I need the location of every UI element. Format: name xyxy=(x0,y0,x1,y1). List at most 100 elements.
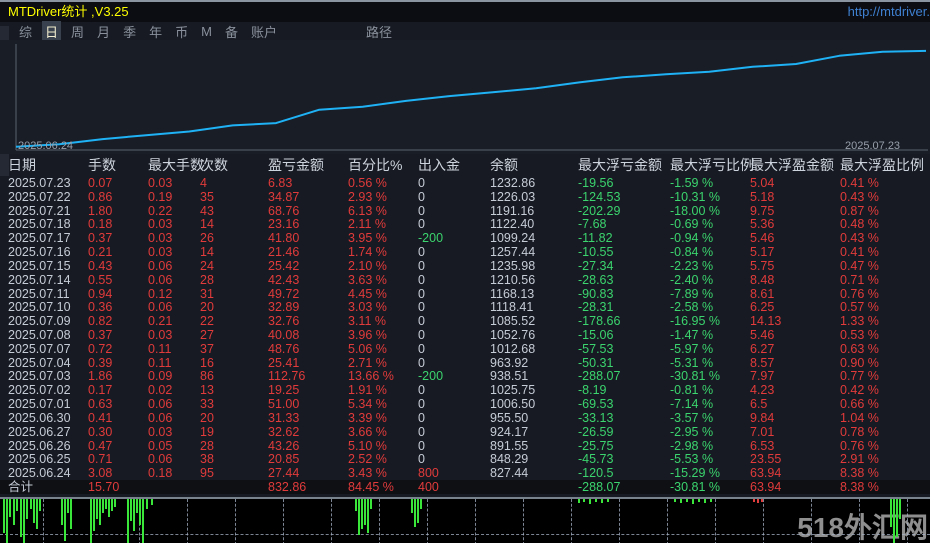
cell: 5.06 % xyxy=(348,341,387,356)
table-row[interactable]: 2025.07.15 0.43 0.06 24 25.42 2.10 % 0 1235.98 -… xyxy=(0,259,930,273)
cell: 0 xyxy=(418,203,425,218)
table-row[interactable]: 2025.07.04 0.39 0.11 16 25.41 2.71 % 0 963.92 -5… xyxy=(0,356,930,370)
table-row[interactable]: 2025.06.25 0.71 0.06 38 20.85 2.52 % 0 848.29 -4… xyxy=(0,452,930,466)
cell: 2.91 % xyxy=(840,452,879,467)
cell: 3.63 % xyxy=(348,272,387,287)
cell: 0.19 xyxy=(148,189,173,204)
cell: 13 xyxy=(200,383,214,398)
cell: 41.80 xyxy=(268,231,300,246)
column-header-0: 日期 xyxy=(8,157,36,173)
cell: 3.39 % xyxy=(348,410,387,425)
cell: 1.04 % xyxy=(840,410,879,425)
table-row[interactable]: 2025.07.01 0.63 0.06 33 51.00 5.34 % 0 1006.50 -… xyxy=(0,397,930,411)
table-row[interactable]: 2025.07.08 0.37 0.03 27 40.08 3.96 % 0 1052.76 -… xyxy=(0,328,930,342)
volume-bar xyxy=(70,499,72,529)
table-total-row[interactable]: 合计 15.70 832.86 84.45 % 400 -288.07 -30.81 % 63… xyxy=(0,480,930,494)
cell: 0.03 xyxy=(148,245,173,260)
cell: 3.08 xyxy=(88,466,113,481)
cell: 0.02 xyxy=(148,383,173,398)
table-row[interactable]: 2025.07.22 0.86 0.19 35 34.87 2.93 % 0 1226.03 -… xyxy=(0,190,930,204)
table-row[interactable]: 2025.07.17 0.37 0.03 26 41.80 3.95 % -200 1099.… xyxy=(0,231,930,245)
cell: 0.41 xyxy=(88,410,113,425)
equity-curve-chart[interactable] xyxy=(0,40,930,154)
volume-bar xyxy=(364,499,366,525)
equity-line xyxy=(15,49,927,148)
cell: 0 xyxy=(418,397,425,412)
cell: -45.73 xyxy=(578,452,614,467)
cell: 3.43 % xyxy=(348,466,387,481)
cell: -5.53 % xyxy=(670,452,714,467)
cell: 2025.07.01 xyxy=(8,397,71,412)
table-row[interactable]: 2025.07.21 1.80 0.22 43 68.76 6.13 % 0 1191.16 -… xyxy=(0,204,930,218)
table-row[interactable]: 2025.07.07 0.72 0.11 37 48.76 5.06 % 0 1012.68 -… xyxy=(0,342,930,356)
menu-item-6[interactable]: 币 xyxy=(172,21,191,42)
menu-item-5[interactable]: 年 xyxy=(146,21,165,42)
menu-item-3[interactable]: 月 xyxy=(94,21,113,42)
table-row[interactable]: 2025.07.14 0.55 0.06 28 42.43 3.63 % 0 1210.56 -… xyxy=(0,273,930,287)
menu-item-7[interactable]: M xyxy=(198,23,215,40)
menu-item-10[interactable]: 路径 xyxy=(363,21,395,42)
cell: 6.27 xyxy=(750,341,775,356)
menu-item-2[interactable]: 周 xyxy=(68,21,87,42)
cell: 3.03 % xyxy=(348,300,387,315)
table-row[interactable]: 2025.07.10 0.36 0.06 20 32.89 3.03 % 0 1118.41 -… xyxy=(0,300,930,314)
cell: -27.34 xyxy=(578,258,614,273)
volume-bar xyxy=(595,499,597,502)
column-header-3: 次数 xyxy=(200,157,228,173)
table-row[interactable]: 2025.07.16 0.21 0.03 14 21.46 1.74 % 0 1257.44 -… xyxy=(0,245,930,259)
cell: 2025.06.30 xyxy=(8,410,71,425)
menu-item-8[interactable]: 备 xyxy=(222,21,241,42)
cell: -10.55 xyxy=(578,245,614,260)
cell: 0.07 xyxy=(88,176,113,190)
volume-bar xyxy=(757,499,759,503)
menu-item-1[interactable]: 日 xyxy=(42,20,62,42)
volume-bar xyxy=(6,499,8,543)
gridline xyxy=(475,499,476,543)
table-row[interactable]: 2025.06.24 3.08 0.18 95 27.44 3.43 % 800 827.44… xyxy=(0,466,930,480)
cell: 0 xyxy=(418,314,425,329)
menu-item-9[interactable]: 账户 xyxy=(248,21,280,42)
volume-bar xyxy=(3,499,5,533)
table-row[interactable]: 2025.07.09 0.82 0.21 22 32.76 3.11 % 0 1085.52 -… xyxy=(0,314,930,328)
cell: 0 xyxy=(418,341,425,356)
table-row[interactable]: 2025.07.11 0.94 0.12 31 49.72 4.45 % 0 1168.13 -… xyxy=(0,287,930,301)
cell: 891.55 xyxy=(490,438,529,453)
cell: 827.44 xyxy=(490,466,529,481)
cell: 5.36 xyxy=(750,217,775,232)
cell: 0.53 % xyxy=(840,328,879,343)
table-row[interactable]: 2025.07.02 0.17 0.02 13 19.25 1.91 % 0 1025.75 -… xyxy=(0,383,930,397)
cell: -2.23 % xyxy=(670,258,714,273)
cell: 1191.16 xyxy=(490,203,535,218)
cell: 955.50 xyxy=(490,410,529,425)
app-url-link[interactable]: http://mtdriver. xyxy=(848,2,930,22)
volume-bar xyxy=(111,499,113,511)
cell: 2.71 % xyxy=(348,355,387,370)
table-row[interactable]: 2025.07.23 0.07 0.03 4 6.83 0.56 % 0 1232.86 -19… xyxy=(0,176,930,190)
cell: -1.59 % xyxy=(670,176,714,190)
volume-bar xyxy=(710,499,712,502)
table-row[interactable]: 2025.06.30 0.41 0.06 20 31.33 3.39 % 0 955.50 -3… xyxy=(0,411,930,425)
cell: 0.05 xyxy=(148,438,173,453)
volume-bar xyxy=(9,499,11,517)
cell: 4 xyxy=(200,176,207,190)
volume-bar xyxy=(893,499,895,543)
table-row[interactable]: 2025.06.26 0.47 0.05 28 43.26 5.10 % 0 891.55 -2… xyxy=(0,439,930,453)
cell: 0.87 % xyxy=(840,203,879,218)
cell: 1.33 % xyxy=(840,314,879,329)
cell: 0.76 % xyxy=(840,438,879,453)
gridline xyxy=(427,499,428,543)
activity-histogram-panel[interactable]: 518外汇网 xyxy=(0,497,930,543)
cell: 2025.07.08 xyxy=(8,328,71,343)
cell: -15.06 xyxy=(578,328,614,343)
menu-item-0[interactable]: 综 xyxy=(16,21,35,42)
cell: 0 xyxy=(418,383,425,398)
volume-bar xyxy=(127,499,129,543)
table-row[interactable]: 2025.06.27 0.30 0.03 19 32.62 3.66 % 0 924.17 -2… xyxy=(0,425,930,439)
column-header-2: 最大手数 xyxy=(148,157,204,173)
menu-item-4[interactable]: 季 xyxy=(120,21,139,42)
cell: -2.98 % xyxy=(670,438,714,453)
table-row[interactable]: 2025.07.03 1.86 0.09 86 112.76 13.66 % -200 938… xyxy=(0,369,930,383)
cell: 7.01 xyxy=(750,424,775,439)
table-row[interactable]: 2025.07.18 0.18 0.03 14 23.16 2.11 % 0 1122.40 -… xyxy=(0,217,930,231)
volume-bar xyxy=(93,499,95,531)
